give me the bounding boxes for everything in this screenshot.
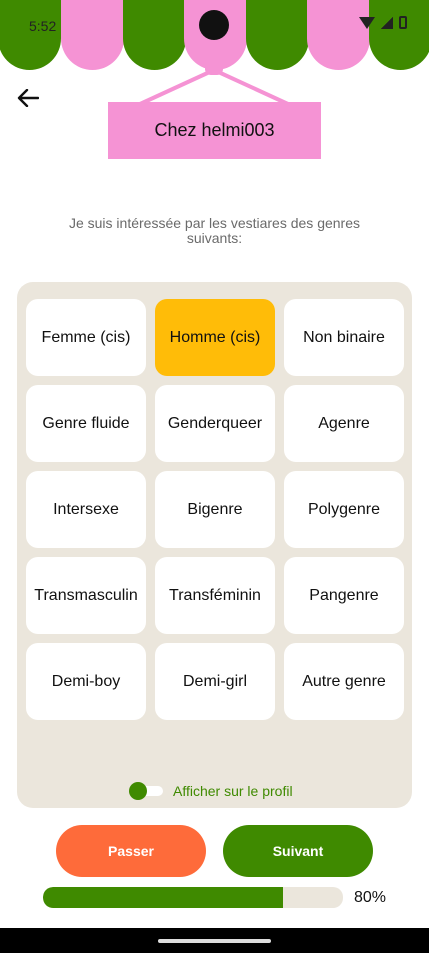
gender-option[interactable]: Femme (cis) <box>26 299 146 376</box>
progress-fill <box>43 887 283 908</box>
gender-option[interactable]: Autre genre <box>284 643 404 720</box>
gender-option[interactable]: Pangenre <box>284 557 404 634</box>
page-subtitle: Je suis intéressée par les vestiares des… <box>68 215 361 246</box>
progress-percent: 80% <box>354 889 387 906</box>
gender-option[interactable]: Polygenre <box>284 471 404 548</box>
gender-option[interactable]: Transféminin <box>155 557 275 634</box>
gender-option[interactable]: Demi-girl <box>155 643 275 720</box>
gender-option[interactable]: Non binaire <box>284 299 404 376</box>
gender-option[interactable]: Genre fluide <box>26 385 146 462</box>
shop-name-sign: Chez helmi003 <box>108 102 321 159</box>
gender-option[interactable]: Intersexe <box>26 471 146 548</box>
gender-option[interactable]: Demi-boy <box>26 643 146 720</box>
progress-bar <box>43 887 343 908</box>
sign-strings <box>139 68 289 106</box>
gender-option[interactable]: Transmasculin <box>26 557 146 634</box>
show-on-profile-toggle[interactable] <box>129 782 163 800</box>
toggle-knob <box>129 782 147 800</box>
show-on-profile-label: Afficher sur le profil <box>173 783 293 799</box>
show-on-profile-row[interactable]: Afficher sur le profil <box>129 782 293 800</box>
system-nav-bar <box>0 928 429 953</box>
next-button[interactable]: Suivant <box>223 825 373 877</box>
gender-options-grid: Femme (cis) Homme (cis) Non binaire Genre f… <box>26 299 404 720</box>
back-button[interactable] <box>14 85 42 111</box>
gender-option[interactable]: Bigenre <box>155 471 275 548</box>
home-indicator[interactable] <box>158 939 271 943</box>
gender-option[interactable]: Genderqueer <box>155 385 275 462</box>
gender-option[interactable]: Agenre <box>284 385 404 462</box>
gender-options-panel: Femme (cis) Homme (cis) Non binaire Genre f… <box>17 282 412 808</box>
sign-ring <box>205 63 223 75</box>
arrow-left-icon <box>17 89 39 107</box>
gender-option[interactable]: Homme (cis) <box>155 299 275 376</box>
skip-button[interactable]: Passer <box>56 825 206 877</box>
